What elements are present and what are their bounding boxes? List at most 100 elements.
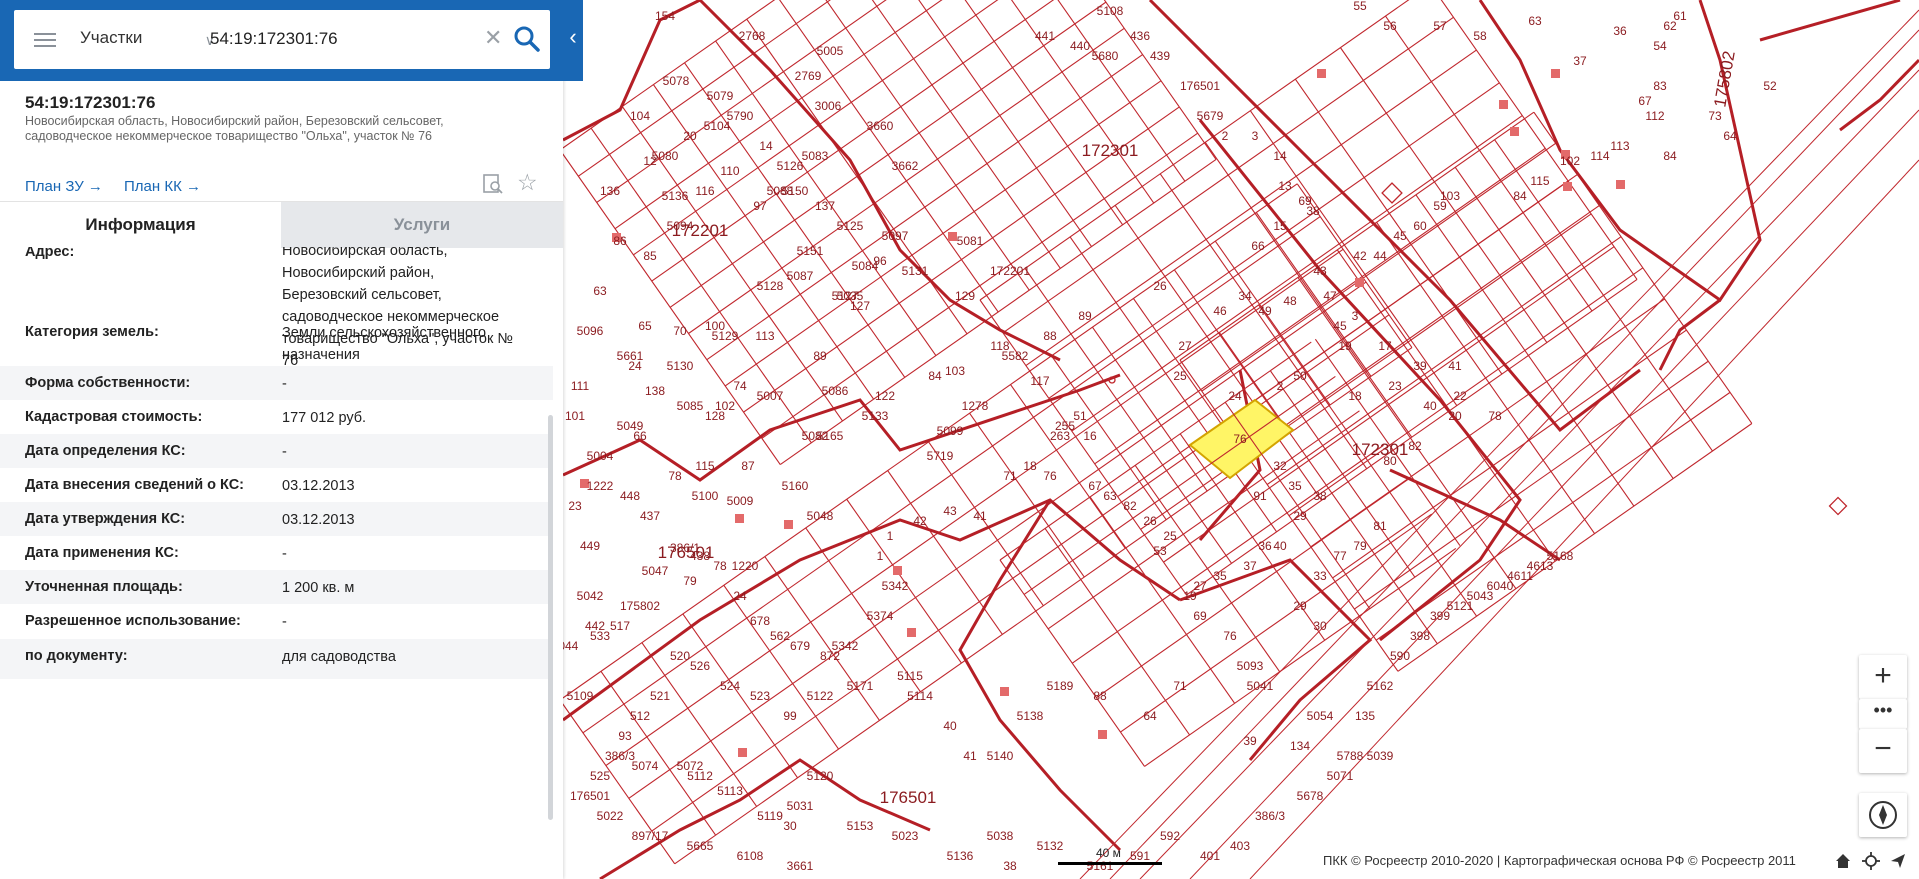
parcel-label: 439 [1150, 49, 1170, 63]
parcel-label: 3661 [787, 859, 814, 873]
parcel-label: 67 [1088, 479, 1102, 493]
selected-parcel-label: 76 [1233, 432, 1247, 446]
parcel-label: 56 [1383, 19, 1397, 33]
parcel-label: 36 [1613, 24, 1627, 38]
parcel-label: 5074 [632, 759, 659, 773]
parcel-label: 77 [1333, 549, 1347, 563]
layer-select[interactable]: Участки ∨ [80, 28, 215, 52]
parcel-label: 5165 [817, 429, 844, 443]
info-panel: Участки ∨ ✕ ‹ 54:19:172301:76 Новосибирс… [0, 0, 583, 879]
parcel-label: 526 [690, 659, 710, 673]
parcel-label: 5023 [892, 829, 919, 843]
parcel-label: 76 [1043, 469, 1057, 483]
parcel-label: 5374 [867, 609, 894, 623]
property-label: Дата утверждения КС: [25, 511, 186, 527]
zoom-out-button[interactable]: − [1859, 729, 1907, 773]
property-value-line: - [282, 444, 287, 460]
layer-select-value: Участки [80, 28, 143, 47]
search-input[interactable] [210, 24, 480, 54]
property-label: Кадастровая стоимость: [25, 409, 203, 425]
more-options-button[interactable]: ••• [1859, 699, 1907, 729]
parcel-label: 679 [790, 639, 810, 653]
parcel-label: 5108 [1097, 4, 1124, 18]
property-value-line: Земли сельскохозяйственного [282, 325, 487, 341]
parcel-label: 13 [1278, 179, 1292, 193]
parcel-label: 40 [943, 719, 957, 733]
parcel-label: 45 [1333, 319, 1347, 333]
parcel-label: 134 [1290, 739, 1310, 753]
tab-info[interactable]: Информация [0, 202, 281, 248]
parcel-label: 113 [1610, 139, 1629, 153]
parcel-label: 88 [1043, 329, 1057, 343]
parcel-label: 26 [1153, 279, 1167, 293]
parcel-label: 29 [1293, 599, 1307, 613]
arrow-icon[interactable] [1888, 851, 1908, 871]
parcel-label: 25 [1173, 369, 1187, 383]
parcel-label: 138 [645, 384, 665, 398]
parcel-label: 19 [1338, 339, 1352, 353]
parcel-label: 591 [1130, 849, 1150, 863]
scrollbar[interactable] [548, 415, 553, 820]
property-row: Дата внесения сведений о КС: 03.12.2013 [0, 468, 553, 502]
menu-icon[interactable] [32, 27, 58, 53]
object-address: Новосибирская область, Новосибирский рай… [25, 114, 495, 144]
parcel-label: 41 [963, 749, 977, 763]
parcel-label: 67 [1638, 94, 1652, 108]
parcel-label: 5136 [662, 189, 689, 203]
locate-icon[interactable] [1861, 851, 1881, 871]
parcel-label: 3662 [892, 159, 919, 173]
parcel-label: 5083 [802, 149, 829, 163]
property-value-line: - [282, 614, 287, 630]
tab-services[interactable]: Услуги [281, 202, 563, 248]
report-search-icon[interactable] [482, 173, 504, 195]
parcel-label: 54 [1653, 39, 1667, 53]
collapse-panel-icon[interactable]: ‹ [563, 24, 583, 58]
parcel-label: 5047 [642, 564, 669, 578]
parcel-label: 33 [1313, 569, 1327, 583]
parcel-label: 83 [1653, 79, 1667, 93]
parcel-label: 82 [1408, 439, 1422, 453]
parcel-label: 3 [1252, 129, 1259, 143]
parcel-label: 85 [643, 249, 657, 263]
compass-icon[interactable] [1859, 793, 1907, 837]
search-icon[interactable] [512, 24, 542, 54]
zoom-in-button[interactable]: + [1859, 655, 1907, 699]
parcel-label: 5119 [757, 809, 783, 823]
property-value: - [282, 611, 547, 633]
parcel-label: 58 [1473, 29, 1487, 43]
property-label: Уточненная площадь: [25, 579, 183, 595]
parcel-label: 440 [1070, 39, 1090, 53]
parcel-label: 23 [1388, 379, 1402, 393]
parcel-label: 84 [1513, 189, 1527, 203]
parcel-label: 39 [1413, 359, 1427, 373]
parcel-label: 27 [1178, 339, 1192, 353]
parcel-label: 512 [630, 709, 650, 723]
parcel-label: 24 [733, 589, 747, 603]
parcel-label: 63 [1103, 489, 1117, 503]
parcel-label: 2769 [795, 69, 822, 83]
close-icon[interactable]: ✕ [484, 25, 502, 51]
parcel-label: 24 [1228, 389, 1242, 403]
parcel-label: 29 [1293, 509, 1307, 523]
star-icon[interactable]: ☆ [517, 171, 538, 194]
parcel-label: 64 [1723, 129, 1737, 143]
property-label: по документу: [25, 648, 128, 664]
parcel-label: 5104 [704, 119, 731, 133]
parcel-label: 401 [1200, 849, 1220, 863]
parcel-label: 5130 [667, 359, 694, 373]
parcel-label: 114 [1590, 149, 1609, 163]
parcel-label: 5719 [927, 449, 954, 463]
parcel-label: 5114 [907, 689, 933, 703]
property-value: - [282, 373, 547, 395]
parcel-label: 5042 [577, 589, 604, 603]
plan-kk-link[interactable]: План КК → [124, 178, 201, 195]
plan-zu-link[interactable]: План ЗУ → [25, 178, 103, 195]
parcel-label: 1 [877, 549, 884, 563]
parcel-label: 5160 [782, 479, 809, 493]
parcel-label: 34 [1238, 289, 1252, 303]
parcel-label: 437 [640, 509, 660, 523]
home-icon[interactable] [1833, 851, 1853, 871]
parcel-label: 590 [1390, 649, 1410, 663]
parcel-label: 63 [593, 284, 607, 298]
property-value-line: 1 200 кв. м [282, 580, 355, 596]
